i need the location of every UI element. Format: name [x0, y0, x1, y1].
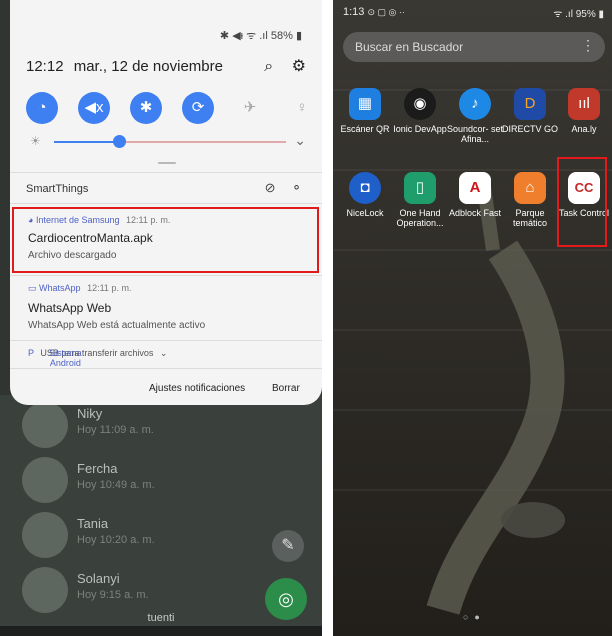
chevron-down-icon: ⌄: [159, 348, 168, 358]
chat-item-fercha[interactable]: Fercha Hoy 10:49 a. m.: [0, 453, 322, 507]
divider: [10, 340, 322, 341]
divider: [10, 275, 322, 276]
airplane-icon[interactable]: ✈: [234, 92, 266, 124]
menu-icon[interactable]: ⋮: [581, 37, 595, 54]
page-indicator: ○●: [463, 612, 486, 622]
brightness-slider[interactable]: ☀ ⌄: [22, 132, 312, 152]
bar-chart-icon: ııl: [568, 88, 600, 120]
hand-icon: ▯: [404, 172, 436, 204]
edit-fab-button[interactable]: ✎: [272, 530, 304, 562]
notification-panel: ✱ ◀ᵻ ᯤ .ıl 58% ▮ 12:12 mar., 12 de novie…: [10, 0, 322, 405]
app-one-hand-operation[interactable]: ▯ One Hand Operation...: [391, 172, 449, 228]
chevron-down-icon[interactable]: ⌄: [294, 132, 306, 149]
highlight-box: [12, 207, 319, 273]
park-icon: ⌂: [514, 172, 546, 204]
highlight-box: [557, 157, 607, 247]
bluetooth-icon[interactable]: ✱: [130, 92, 162, 124]
brightness-thumb[interactable]: [113, 135, 126, 148]
time: 12:12: [26, 58, 64, 75]
bottom-bar: [0, 626, 322, 636]
android-icon: P: [28, 348, 34, 358]
tuner-icon: ♪: [459, 88, 491, 120]
chat-item-niky[interactable]: Niky Hoy 11:09 a. m.: [0, 398, 322, 452]
chat-time: Hoy 11:09 a. m.: [77, 424, 154, 436]
right-phone-screen: 1:13 ⊙ ▢ ◎ ·· ᯤ .ıl 95% ▮ Buscar en Busc…: [333, 0, 612, 636]
brightness-fill: [54, 141, 119, 143]
notification-app: ▭ WhatsApp 12:11 p. m.: [28, 283, 132, 293]
status-time: 1:13 ⊙ ▢ ◎ ··: [343, 6, 405, 18]
status-icons: ✱ ◀ᵻ ᯤ .ıl 58% ▮: [219, 30, 302, 42]
app-ionic-devapp[interactable]: ◉ Ionic DevApp: [391, 88, 449, 134]
quick-settings-datetime: 12:12 mar., 12 de noviembre: [26, 58, 223, 75]
smartthings-devices-icon[interactable]: ⊘: [265, 180, 276, 195]
chat-name: Tania: [77, 516, 109, 531]
panel-drag-handle[interactable]: [158, 162, 176, 164]
notification-settings-button[interactable]: Ajustes notificaciones: [149, 383, 245, 394]
chat-name: Solanyi: [77, 571, 120, 586]
wifi-icon[interactable]: ◔: [26, 92, 58, 124]
notification-whatsapp[interactable]: ▭ WhatsApp 12:11 p. m. WhatsApp Web What…: [10, 279, 322, 339]
avatar: [22, 402, 68, 448]
clear-button[interactable]: Borrar: [272, 383, 300, 394]
laptop-icon: ▭: [28, 283, 37, 293]
avatar: [22, 512, 68, 558]
divider: [10, 203, 322, 204]
quick-settings-tiles: ◔ ◀x ✱ ⟳ ✈ ♀: [22, 92, 312, 124]
flashlight-icon[interactable]: ♀: [286, 92, 318, 124]
search-bar[interactable]: Buscar en Buscador ⋮: [343, 32, 605, 62]
search-placeholder: Buscar en Buscador: [355, 40, 464, 54]
app-parque-tematico[interactable]: ⌂ Parque temático: [501, 172, 559, 228]
app-soundcorset[interactable]: ♪ Soundcor- set Afina...: [446, 88, 504, 144]
avatar: [22, 457, 68, 503]
gear-icon[interactable]: ⚙: [292, 56, 306, 76]
lock-icon: ◘: [349, 172, 381, 204]
notification-text: WhatsApp Web está actualmente activo: [28, 320, 206, 331]
date: mar., 12 de noviembre: [73, 58, 223, 75]
app-directv-go[interactable]: D DIRECTV GO: [501, 88, 559, 134]
chat-time: Hoy 10:49 a. m.: [77, 479, 155, 491]
chat-time: Hoy 9:15 a. m.: [77, 589, 149, 601]
directv-icon: D: [514, 88, 546, 120]
quick-settings-tools: ⌕ ⚙: [250, 56, 306, 76]
app-analy[interactable]: ııl Ana.ly: [555, 88, 612, 134]
app-adblock-fast[interactable]: A Adblock Fast: [446, 172, 504, 218]
app-escaner-qr[interactable]: ▦ Escáner QR: [336, 88, 394, 134]
smartthings-icons: ⊘ ⚬: [253, 180, 302, 196]
ionic-icon: ◉: [404, 88, 436, 120]
divider: [10, 172, 322, 173]
notification-android-system[interactable]: P Sistema Android USB para transferir ar…: [28, 348, 168, 368]
status-battery: ᯤ .ıl 95% ▮: [553, 9, 604, 20]
mute-icon[interactable]: ◀x: [78, 92, 110, 124]
search-icon[interactable]: ⌕: [264, 58, 273, 76]
rotate-icon[interactable]: ⟳: [182, 92, 214, 124]
chat-time: Hoy 10:20 a. m.: [77, 534, 155, 546]
brightness-icon: ☀: [30, 134, 41, 148]
avatar: [22, 567, 68, 613]
divider: [10, 368, 322, 369]
qr-icon: ▦: [349, 88, 381, 120]
chat-name: Fercha: [77, 461, 118, 476]
chat-name: Niky: [77, 406, 103, 421]
smartthings-label: SmartThings: [26, 183, 89, 195]
adblock-icon: A: [459, 172, 491, 204]
app-nicelock[interactable]: ◘ NiceLock: [336, 172, 394, 218]
smartthings-settings-icon[interactable]: ⚬: [291, 180, 302, 195]
left-phone-screen: Niky Hoy 11:09 a. m. Fercha Hoy 10:49 a.…: [0, 0, 322, 636]
notification-title: WhatsApp Web: [28, 301, 112, 315]
